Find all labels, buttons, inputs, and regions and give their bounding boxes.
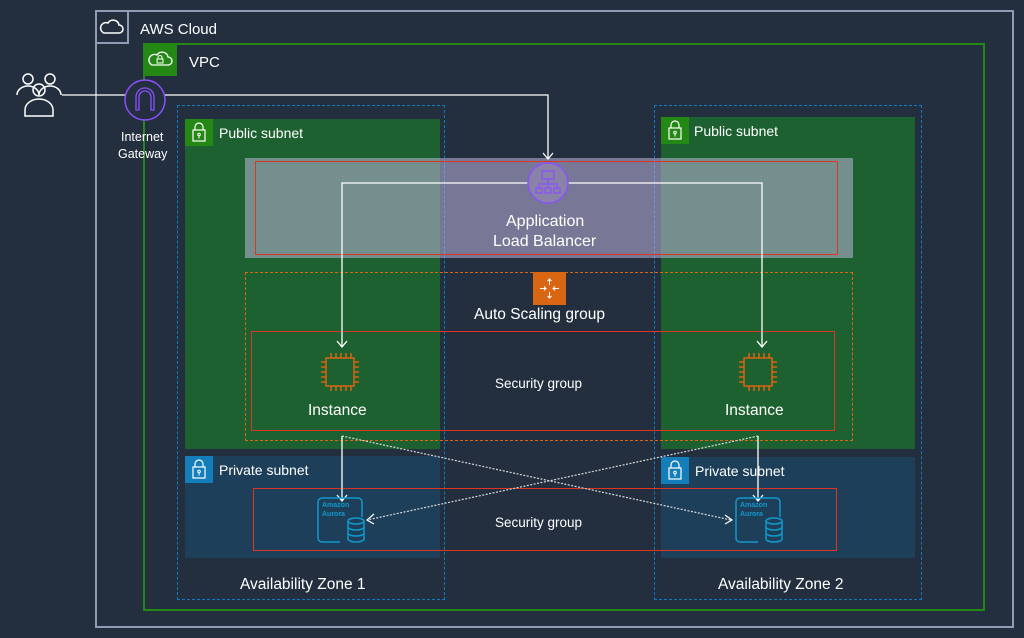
load-balancer-label-line1: Application xyxy=(506,213,585,230)
instance-1-label: Instance xyxy=(308,402,367,419)
instance-1-to-db-2-line xyxy=(341,435,732,521)
aurora-db-1-line1: Amazon xyxy=(322,502,350,509)
load-balancer-label-line2: Load Balancer xyxy=(493,233,597,250)
availability-zone-2-label: Availability Zone 2 xyxy=(718,576,844,593)
aurora-db-2: Amazon Aurora xyxy=(735,497,785,545)
aurora-db-2-line2: Aurora xyxy=(740,511,763,518)
aurora-db-1: Amazon Aurora xyxy=(317,497,367,545)
instance-2-to-db-1-line xyxy=(366,435,759,521)
alb-to-instance-2-line xyxy=(568,182,763,347)
aurora-db-2-line1: Amazon xyxy=(740,502,768,509)
internet-gateway-label-line2: Gateway xyxy=(118,147,168,161)
availability-zone-1-label: Availability Zone 1 xyxy=(240,576,366,593)
internet-gateway-icon xyxy=(124,79,166,121)
instance-1-icon xyxy=(321,353,359,391)
internet-gateway-label-line1: Internet xyxy=(121,130,164,144)
load-balancer-icon xyxy=(527,162,569,204)
alb-to-instance-1-line xyxy=(341,182,528,347)
users-icon xyxy=(16,73,62,117)
aurora-db-1-line2: Aurora xyxy=(322,511,345,518)
instance-2-label: Instance xyxy=(725,402,784,419)
instance-2-icon xyxy=(739,353,777,391)
